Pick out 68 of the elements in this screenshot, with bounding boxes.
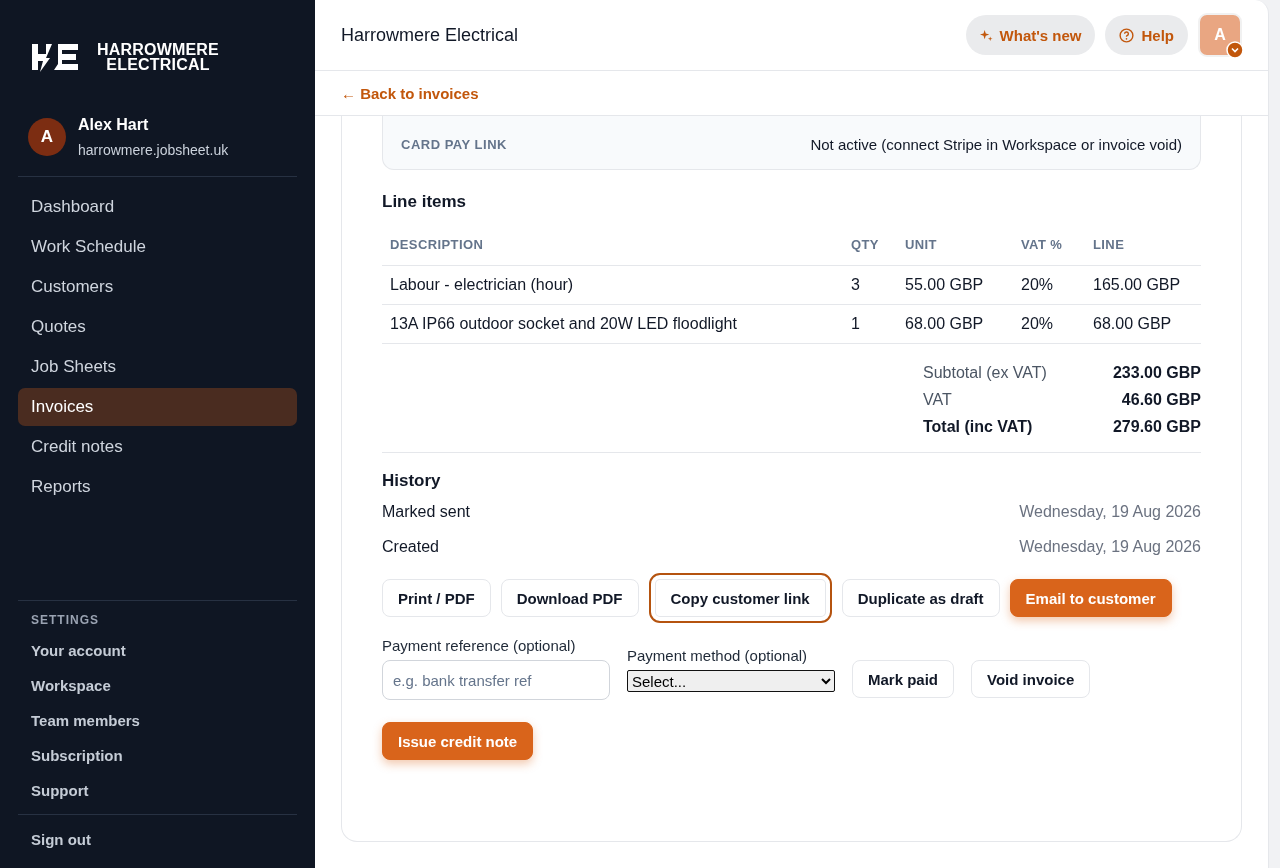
table-cell: 68.00 GBP: [897, 304, 1013, 344]
total-value: 279.60 GBP: [1112, 418, 1201, 436]
table-cell: 68.00 GBP: [1085, 304, 1201, 344]
nav-item[interactable]: Reports: [18, 468, 297, 506]
payment-reference-field[interactable]: e.g. bank transfer ref: [382, 660, 610, 700]
total-label: Total (inc VAT): [923, 418, 1033, 436]
user-name: Alex Hart: [78, 116, 150, 134]
action-button[interactable]: Copy customer link: [648, 573, 832, 623]
payment-method-select[interactable]: Select...: [627, 670, 835, 692]
issue-credit-note-button[interactable]: Issue credit note: [382, 722, 534, 760]
help-icon: [1119, 27, 1135, 43]
settings-heading: SETTINGS: [30, 613, 100, 629]
field-value: Not active (connect Stripe in Workspace or invoice void): [810, 136, 1182, 153]
field-label: Payment method (optional): [627, 647, 809, 664]
brand-name: HARROWMERE ELECTRICAL: [96, 42, 220, 72]
sign-out-link[interactable]: Sign out: [18, 822, 297, 857]
back-link[interactable]: ← Back to invoices: [341, 84, 479, 102]
nav-item[interactable]: Credit notes: [18, 428, 297, 466]
help-button[interactable]: Help: [1105, 15, 1188, 55]
history-event: Marked sent: [382, 503, 471, 521]
table-cell: 55.00 GBP: [897, 265, 1013, 305]
section-heading: History: [382, 452, 1201, 491]
settings-item[interactable]: Your account: [18, 633, 297, 668]
total-value: 233.00 GBP: [1112, 364, 1201, 382]
nav-item[interactable]: Quotes: [18, 308, 297, 346]
action-button[interactable]: Download PDF: [500, 579, 639, 617]
field-label: Payment reference (optional): [382, 637, 577, 654]
nav-item[interactable]: Job Sheets: [18, 348, 297, 386]
settings-item[interactable]: Subscription: [18, 738, 297, 773]
nav-item[interactable]: Invoices: [18, 388, 297, 426]
sparkle-icon: [979, 28, 993, 42]
table-cell: 1: [843, 304, 897, 344]
section-heading: Line items: [382, 192, 468, 212]
action-button[interactable]: Email to customer: [1009, 579, 1172, 617]
column-header: VAT %: [1013, 224, 1085, 266]
action-button[interactable]: Duplicate as draft: [841, 579, 1000, 617]
table-cell: 20%: [1013, 304, 1085, 344]
table-cell: 3: [843, 265, 897, 305]
chevron-down-icon: [1226, 41, 1244, 59]
column-header: UNIT: [897, 224, 1013, 266]
nav-item[interactable]: Customers: [18, 268, 297, 306]
column-header: DESCRIPTION: [382, 224, 843, 266]
column-header: QTY: [843, 224, 897, 266]
table-cell: Labour - electrician (hour): [382, 265, 843, 305]
action-button[interactable]: Print / PDF: [382, 579, 491, 617]
column-header: LINE: [1085, 224, 1201, 266]
settings-item[interactable]: Team members: [18, 703, 297, 738]
whats-new-button[interactable]: What's new: [965, 15, 1096, 55]
total-label: VAT: [923, 391, 952, 409]
workspace-domain: harrowmere.jobsheet.uk: [78, 142, 229, 158]
logo-icon: [30, 42, 80, 72]
page-title: Harrowmere Electrical: [341, 24, 519, 46]
history-date: Wednesday, 19 Aug 2026: [1019, 503, 1201, 521]
total-label: Subtotal (ex VAT): [923, 364, 1047, 382]
user-avatar: A: [28, 118, 66, 156]
history-date: Wednesday, 19 Aug 2026: [1019, 538, 1201, 556]
nav-item[interactable]: Dashboard: [18, 188, 297, 226]
history-event: Created: [382, 538, 439, 556]
action-button[interactable]: Mark paid: [852, 660, 955, 698]
table-cell: 20%: [1013, 265, 1085, 305]
field-label: CARD PAY LINK: [401, 137, 507, 152]
table-cell: 13A IP66 outdoor socket and 20W LED floodlight: [382, 304, 843, 344]
nav-item[interactable]: Work Schedule: [18, 228, 297, 266]
action-button[interactable]: Void invoice: [971, 660, 1091, 698]
settings-item[interactable]: Workspace: [18, 668, 297, 703]
total-value: 46.60 GBP: [1121, 391, 1201, 409]
settings-item[interactable]: Support: [18, 773, 297, 808]
table-cell: 165.00 GBP: [1085, 265, 1201, 305]
